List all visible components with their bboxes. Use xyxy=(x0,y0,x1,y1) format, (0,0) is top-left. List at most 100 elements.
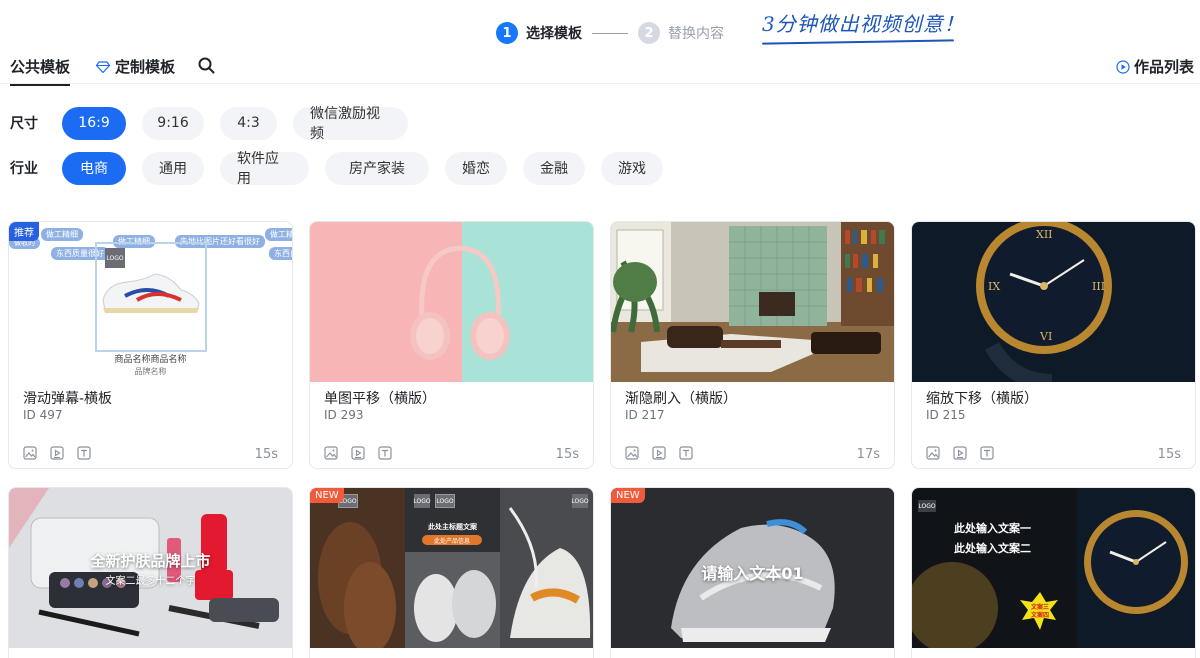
template-thumbnail: NEW 请输入文本01 xyxy=(611,488,894,648)
card-duration: 17s xyxy=(856,447,880,462)
card-duration: 15s xyxy=(555,447,579,462)
template-nav: 公共模板 定制模板 作品列表 xyxy=(0,50,1200,86)
text-icon xyxy=(679,446,693,460)
danmu-comment: 东西自 xyxy=(269,247,292,260)
collage-headline: 此处主标题文案 xyxy=(428,523,477,531)
sneaker-image xyxy=(102,273,200,313)
search-icon[interactable] xyxy=(198,57,215,78)
tab-custom-templates[interactable]: 定制模板 xyxy=(96,56,175,77)
headphones-image xyxy=(410,245,510,360)
template-card-217[interactable]: 渐隐刷入（横版） ID 217 17s xyxy=(610,221,895,469)
tab-public-templates[interactable]: 公共模板 xyxy=(10,56,71,86)
image-icon xyxy=(23,446,37,460)
text-icon xyxy=(980,446,994,460)
size-chip-wechat-incentive[interactable]: 微信激励视频 xyxy=(293,106,408,142)
industry-chip-software[interactable]: 软件应用 xyxy=(220,151,309,187)
industry-chip-finance[interactable]: 金融 xyxy=(523,151,585,185)
card-id: ID 217 xyxy=(625,408,665,422)
card-id: ID 497 xyxy=(23,408,63,422)
image-icon xyxy=(926,446,940,460)
template-card-215[interactable]: XII III VI IX 缩放下移（横版） ID 215 15s xyxy=(911,221,1196,469)
card-media-icons xyxy=(23,446,91,460)
industry-chip-ecommerce[interactable]: 电商 xyxy=(62,151,126,185)
size-filter: 尺寸 16:9 9:16 4:3 微信激励视频 xyxy=(10,106,424,142)
living-room-image xyxy=(611,222,894,372)
overlay-subtitle: 文案二最多十二个字 xyxy=(105,576,196,587)
size-filter-label: 尺寸 xyxy=(10,116,38,132)
works-list-link[interactable]: 作品列表 xyxy=(1116,56,1194,77)
size-chip-9-16[interactable]: 9:16 xyxy=(142,106,204,140)
size-chip-16-9[interactable]: 16:9 xyxy=(62,106,126,140)
watch-text-line-1: 此处输入文案一 xyxy=(954,522,1031,535)
logo-placeholder: LOGO xyxy=(435,494,455,508)
works-list-label: 作品列表 xyxy=(1133,58,1194,76)
svg-text:XII: XII xyxy=(1036,228,1053,241)
card-title: 单图平移（横版） xyxy=(324,391,436,407)
tab-custom-label: 定制模板 xyxy=(115,58,176,76)
template-card-shoes-collage[interactable]: NEW LOGO LOGO LOGO LOGO 此处主标题文案 此处产品信息 xyxy=(309,487,594,658)
size-chip-4-3[interactable]: 4:3 xyxy=(220,106,277,140)
product-name: 商品名称商品名称 xyxy=(114,355,187,365)
new-badge: NEW xyxy=(611,488,645,503)
card-duration: 15s xyxy=(254,447,278,462)
card-title: 滑动弹幕-横板 xyxy=(23,391,113,407)
template-thumbnail: 推荐 做工精细 做工精细 东西质量很好 失地比图片还好看很好 做工精 东西自 做… xyxy=(9,222,292,382)
text-icon xyxy=(378,446,392,460)
industry-filter-label: 行业 xyxy=(10,161,38,177)
watch-text-line-2: 此处输入文案二 xyxy=(954,542,1031,555)
watch-text-image xyxy=(912,510,1188,648)
logo-placeholder: LOGO xyxy=(105,248,125,268)
industry-filter: 行业 电商 通用 软件应用 房产家装 婚恋 金融 游戏 xyxy=(10,151,679,187)
card-id: ID 293 xyxy=(324,408,364,422)
card-media-icons xyxy=(926,446,994,460)
step-2-label[interactable]: 替换内容 xyxy=(668,23,724,43)
brand-name: 品牌名称 xyxy=(134,367,167,376)
watch-image: XII III VI IX xyxy=(976,222,1112,382)
template-card-497[interactable]: 推荐 做工精细 做工精细 东西质量很好 失地比图片还好看很好 做工精 东西自 做… xyxy=(8,221,293,469)
template-thumbnail: LOGO 此处输入文案一 此处输入文案二 文案三 文案四 xyxy=(912,488,1195,648)
step-2-number: 2 xyxy=(638,22,660,44)
template-card-293[interactable]: 单图平移（横版） ID 293 15s xyxy=(309,221,594,469)
danmu-comment: 做工精 xyxy=(265,228,292,241)
new-badge: NEW xyxy=(310,488,344,503)
step-1-label[interactable]: 选择模板 xyxy=(526,23,582,43)
card-title: 渐隐刷入（横版） xyxy=(625,391,737,407)
star-text-2: 文案四 xyxy=(1030,612,1049,619)
industry-chip-dating[interactable]: 婚恋 xyxy=(445,151,507,185)
template-card-sneakers[interactable]: NEW 请输入文本01 xyxy=(610,487,895,658)
logo-placeholder: LOGO xyxy=(571,494,589,508)
image-icon xyxy=(324,446,338,460)
image-icon xyxy=(625,446,639,460)
template-thumbnail: 全新护肤品牌上市 文案二最多十二个字 xyxy=(9,488,292,648)
step-divider xyxy=(592,32,628,34)
svg-text:VI: VI xyxy=(1039,330,1052,343)
progress-stepper: 1 选择模板 2 替换内容 xyxy=(496,19,724,47)
template-thumbnail xyxy=(310,222,593,382)
template-card-cosmetics[interactable]: 全新护肤品牌上市 文案二最多十二个字 xyxy=(8,487,293,658)
industry-chip-real-estate[interactable]: 房产家装 xyxy=(325,151,429,185)
overlay-title: 全新护肤品牌上市 xyxy=(90,552,211,570)
video-icon xyxy=(953,446,967,460)
video-icon xyxy=(351,446,365,460)
collage-subline: 此处产品信息 xyxy=(422,535,482,545)
video-icon xyxy=(652,446,666,460)
card-media-icons xyxy=(324,446,392,460)
industry-chip-game[interactable]: 游戏 xyxy=(601,151,663,185)
text-icon xyxy=(77,446,91,460)
slogan: 3分钟做出视频创意！ xyxy=(762,12,965,36)
shoes-collage-image xyxy=(318,507,591,648)
play-circle-icon xyxy=(1116,59,1130,74)
logo-placeholder: LOGO xyxy=(918,500,936,512)
diamond-icon xyxy=(96,60,110,74)
tab-public-label: 公共模板 xyxy=(10,58,71,76)
industry-chip-general[interactable]: 通用 xyxy=(142,151,204,185)
template-thumbnail: XII III VI IX xyxy=(912,222,1195,382)
recommend-badge: 推荐 xyxy=(9,222,39,241)
slogan-underline xyxy=(761,39,955,45)
template-card-watch-text[interactable]: LOGO 此处输入文案一 此处输入文案二 文案三 文案四 xyxy=(911,487,1196,658)
svg-text:IX: IX xyxy=(988,280,1000,293)
danmu-comment: 做工精细 xyxy=(41,228,83,241)
svg-text:III: III xyxy=(1092,280,1105,293)
video-icon xyxy=(50,446,64,460)
overlay-title: 请输入文本01 xyxy=(701,564,804,583)
